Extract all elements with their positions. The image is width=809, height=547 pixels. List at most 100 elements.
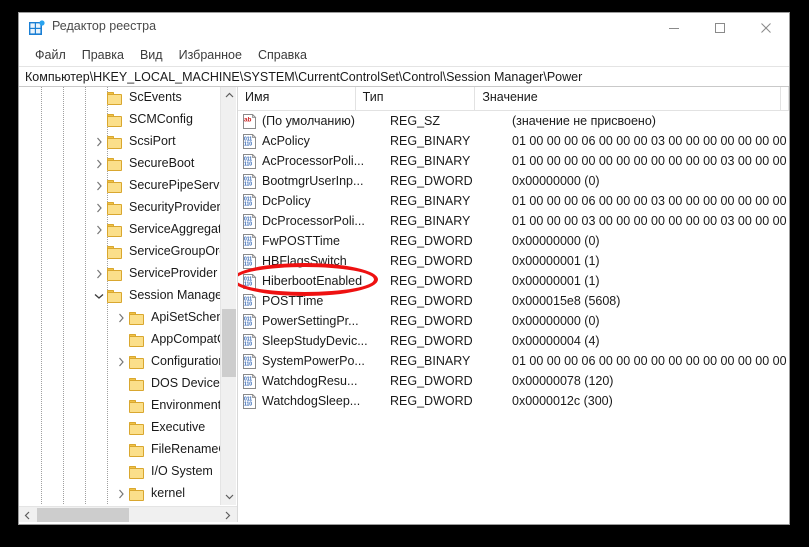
value-data: 01 00 00 00 06 00 00 00 03 00 00 00 00 0… xyxy=(512,134,789,148)
tree-item-label: AppCompatCache xyxy=(151,332,222,346)
chevron-down-icon[interactable] xyxy=(91,285,107,307)
tree-item-i-o-system[interactable]: I/O System xyxy=(19,461,222,483)
tree-item-securepipeservers[interactable]: SecurePipeServers xyxy=(19,175,222,197)
tree-hscroll-thumb[interactable] xyxy=(37,508,129,523)
chevron-right-icon[interactable] xyxy=(113,483,129,505)
column-header-value[interactable]: Значение xyxy=(475,87,781,110)
table-row[interactable]: 011 110 AcProcessorPoli... REG_BINARY 01 00 … xyxy=(238,151,789,171)
tree-item-session-manager[interactable]: Session Manager xyxy=(19,285,222,307)
binary-value-icon: 011 110 xyxy=(242,233,257,249)
menu-item-edit[interactable]: Правка xyxy=(74,48,132,62)
tree-scroll-thumb[interactable] xyxy=(222,309,236,377)
tree-item-executive[interactable]: Executive xyxy=(19,417,222,439)
table-row[interactable]: 011 110 BootmgrUserInp... REG_DWORD 0x000000… xyxy=(238,171,789,191)
table-row[interactable]: 011 110 POSTTime REG_DWORD 0x000015e8 (5608) xyxy=(238,291,789,311)
tree-item-appcompatcache[interactable]: AppCompatCache xyxy=(19,329,222,351)
tree-item-dos-devices[interactable]: DOS Devices xyxy=(19,373,222,395)
folder-icon xyxy=(107,135,123,149)
tree-item-secureboot[interactable]: SecureBoot xyxy=(19,153,222,175)
value-name: SystemPowerPo... xyxy=(262,354,365,368)
scroll-down-icon[interactable] xyxy=(221,488,237,505)
value-name: WatchdogSleep... xyxy=(262,394,361,408)
binary-value-icon: 011 110 xyxy=(242,313,257,329)
tree-item-serviceprovider[interactable]: ServiceProvider xyxy=(19,263,222,285)
binary-value-icon: 011 110 xyxy=(242,153,257,169)
table-row[interactable]: 011 110 DcPolicy REG_BINARY 01 00 00 00 06 0… xyxy=(238,191,789,211)
tree-item-serviceaggregatedevents[interactable]: ServiceAggregatedEvents xyxy=(19,219,222,241)
value-data: 0x00000000 (0) xyxy=(512,314,600,328)
table-row[interactable]: 011 110 HBFlagsSwitch REG_DWORD 0x00000001 (… xyxy=(238,251,789,271)
value-type: REG_DWORD xyxy=(390,334,473,348)
tree-item-securityproviders[interactable]: SecurityProviders xyxy=(19,197,222,219)
value-type: REG_BINARY xyxy=(390,214,471,228)
svg-text:110: 110 xyxy=(244,201,252,207)
scroll-up-icon[interactable] xyxy=(221,87,237,104)
table-row[interactable]: 011 110 PowerSettingPr... REG_DWORD 0x000000… xyxy=(238,311,789,331)
tree-item-configuration-manager[interactable]: Configuration Manager xyxy=(19,351,222,373)
close-button[interactable] xyxy=(743,13,789,43)
tree-item-kernel[interactable]: kernel xyxy=(19,483,222,505)
value-name: HBFlagsSwitch xyxy=(262,254,347,268)
tree-item-environment[interactable]: Environment xyxy=(19,395,222,417)
tree-item-label: SCMConfig xyxy=(129,112,193,126)
chevron-right-icon[interactable] xyxy=(91,175,107,197)
value-type: REG_DWORD xyxy=(390,394,473,408)
column-header-name[interactable]: Имя xyxy=(238,87,356,110)
value-name: DcPolicy xyxy=(262,194,311,208)
table-row[interactable]: 011 110 HiberbootEnabled REG_DWORD 0x0000000… xyxy=(238,271,789,291)
value-name: AcProcessorPoli... xyxy=(262,154,365,168)
folder-icon xyxy=(129,333,145,347)
tree-item-apisetschema[interactable]: ApiSetSchema xyxy=(19,307,222,329)
svg-text:110: 110 xyxy=(244,281,252,287)
svg-text:110: 110 xyxy=(244,181,252,187)
chevron-right-icon[interactable] xyxy=(113,351,129,373)
folder-icon xyxy=(107,157,123,171)
table-row[interactable]: 011 110 SystemPowerPo... REG_BINARY 01 00 00… xyxy=(238,351,789,371)
column-header-type[interactable]: Тип xyxy=(356,87,476,110)
folder-icon xyxy=(107,223,123,237)
chevron-right-icon[interactable] xyxy=(91,197,107,219)
binary-value-icon: 011 110 xyxy=(242,353,257,369)
tree-item-label: DOS Devices xyxy=(151,376,222,390)
svg-text:ab: ab xyxy=(244,116,252,123)
menu-item-favorites[interactable]: Избранное xyxy=(171,48,250,62)
address-bar[interactable]: Компьютер\HKEY_LOCAL_MACHINE\SYSTEM\Curr… xyxy=(19,66,789,87)
binary-value-icon: 011 110 xyxy=(242,273,257,289)
value-name: HiberbootEnabled xyxy=(262,274,363,288)
tree-item-scsiport[interactable]: ScsiPort xyxy=(19,131,222,153)
table-row[interactable]: 011 110 SleepStudyDevic... REG_DWORD 0x00000… xyxy=(238,331,789,351)
folder-icon xyxy=(129,355,145,369)
registry-tree-pane: ScEvents SCMConfig ScsiPort SecureBoot Secur… xyxy=(19,87,238,524)
menu-item-view[interactable]: Вид xyxy=(132,48,171,62)
maximize-button[interactable] xyxy=(697,13,743,43)
chevron-right-icon[interactable] xyxy=(91,263,107,285)
chevron-right-icon[interactable] xyxy=(91,219,107,241)
value-type: REG_BINARY xyxy=(390,194,471,208)
menu-item-help[interactable]: Справка xyxy=(250,48,315,62)
tree-vertical-scrollbar[interactable] xyxy=(220,87,236,505)
chevron-right-icon[interactable] xyxy=(113,307,129,329)
tree-item-scmconfig[interactable]: SCMConfig xyxy=(19,109,222,131)
folder-icon xyxy=(107,113,123,127)
table-row[interactable]: 011 110 WatchdogResu... REG_DWORD 0x00000078… xyxy=(238,371,789,391)
tree-item-scevents[interactable]: ScEvents xyxy=(19,87,222,109)
chevron-right-icon[interactable] xyxy=(91,153,107,175)
tree-item-servicegrouporder[interactable]: ServiceGroupOrder xyxy=(19,241,222,263)
table-row[interactable]: ab (По умолчанию) REG_SZ (значение не присв… xyxy=(238,111,789,131)
table-row[interactable]: 011 110 FwPOSTTime REG_DWORD 0x00000000 (0) xyxy=(238,231,789,251)
table-row[interactable]: 011 110 AcPolicy REG_BINARY 01 00 00 00 06 0… xyxy=(238,131,789,151)
tree-item-label: SecurePipeServers xyxy=(129,178,222,192)
table-row[interactable]: 011 110 DcProcessorPoli... REG_BINARY 01 00 … xyxy=(238,211,789,231)
chevron-right-icon[interactable] xyxy=(91,131,107,153)
tree-item-label: ScEvents xyxy=(129,90,182,104)
table-row[interactable]: 011 110 WatchdogSleep... REG_DWORD 0x0000012… xyxy=(238,391,789,411)
tree-item-filerenameoperations[interactable]: FileRenameOperations xyxy=(19,439,222,461)
menu-item-file[interactable]: Файл xyxy=(27,48,74,62)
minimize-button[interactable] xyxy=(651,13,697,43)
svg-text:110: 110 xyxy=(244,401,252,407)
